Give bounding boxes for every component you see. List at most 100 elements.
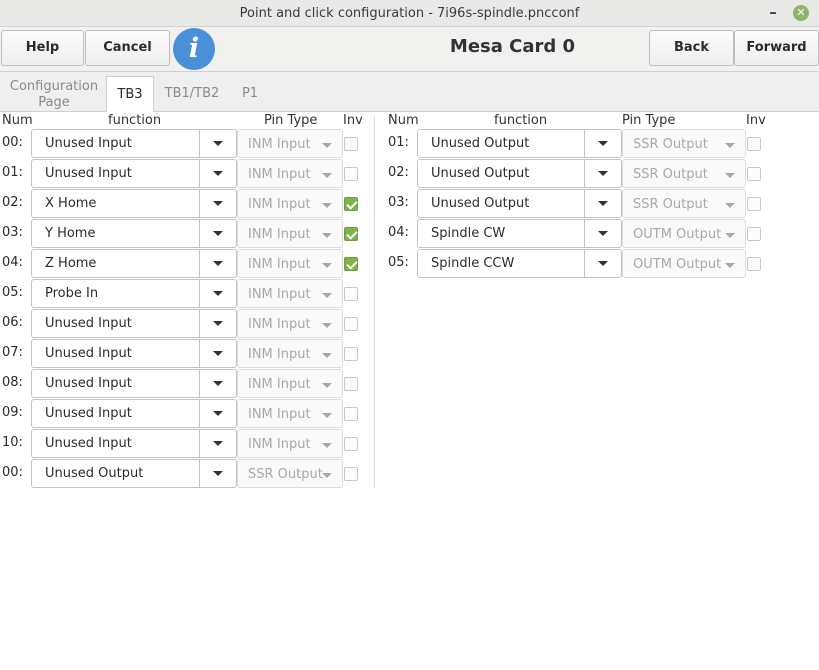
invert-checkbox[interactable] [747,197,761,211]
back-button[interactable]: Back [649,30,734,66]
invert-checkbox[interactable] [344,227,358,241]
pin-type-select[interactable]: INM Input [237,339,343,368]
tab-configuration-page[interactable]: Configuration Page [3,76,105,112]
tab-tb3[interactable]: TB3 [106,76,154,113]
invert-checkbox[interactable] [344,407,358,421]
pin-row: 02: X Home INM Input [2,188,372,218]
function-combo[interactable]: Unused Input [31,369,237,398]
function-combo[interactable]: Unused Input [31,309,237,338]
pin-type-select[interactable]: INM Input [237,429,343,458]
tab-p1[interactable]: P1 [232,76,268,112]
dropdown-button[interactable] [584,220,621,247]
pin-number: 08: [2,375,23,390]
dropdown-button[interactable] [199,370,236,397]
tab-bar: Configuration Page TB3 TB1/TB2 P1 [0,72,819,113]
function-combo[interactable]: Spindle CCW [417,249,622,278]
dropdown-button[interactable] [199,400,236,427]
chevron-down-icon [322,293,332,298]
function-combo[interactable]: Z Home [31,249,237,278]
dropdown-button[interactable] [199,190,236,217]
chevron-down-icon [322,323,332,328]
tab-label: Page [38,95,70,110]
function-combo[interactable]: Unused Input [31,129,237,158]
dropdown-button[interactable] [199,430,236,457]
dropdown-button[interactable] [584,190,621,217]
pin-type-select[interactable]: SSR Output [237,459,343,488]
invert-checkbox[interactable] [747,167,761,181]
invert-checkbox[interactable] [344,197,358,211]
invert-checkbox[interactable] [344,137,358,151]
function-value: Unused Input [45,376,132,391]
toolbar: Help Cancel i Mesa Card 0 Back Forward [0,27,819,72]
function-value: Unused Input [45,346,132,361]
dropdown-button[interactable] [584,250,621,277]
function-combo[interactable]: Unused Input [31,339,237,368]
function-combo[interactable]: Unused Output [417,189,622,218]
pin-type-select[interactable]: INM Input [237,249,343,278]
invert-checkbox[interactable] [344,257,358,271]
invert-checkbox[interactable] [344,347,358,361]
function-combo[interactable]: Unused Input [31,429,237,458]
dropdown-button[interactable] [584,130,621,157]
pin-number: 01: [2,165,23,180]
info-icon[interactable]: i [173,28,215,70]
function-combo[interactable]: Unused Output [417,129,622,158]
pin-type-select[interactable]: SSR Output [622,159,746,188]
header-pin-type: Pin Type [264,113,318,128]
pin-type-select[interactable]: INM Input [237,159,343,188]
invert-checkbox[interactable] [747,257,761,271]
chevron-down-icon [213,471,223,476]
pin-type-select[interactable]: SSR Output [622,129,746,158]
pin-type-select[interactable]: INM Input [237,129,343,158]
function-combo[interactable]: Spindle CW [417,219,622,248]
invert-checkbox[interactable] [747,137,761,151]
invert-checkbox[interactable] [344,437,358,451]
chevron-down-icon [598,171,608,176]
chevron-down-icon [213,291,223,296]
function-combo[interactable]: Y Home [31,219,237,248]
pin-type-select[interactable]: INM Input [237,399,343,428]
invert-checkbox[interactable] [344,287,358,301]
cancel-button[interactable]: Cancel [85,30,170,66]
pin-type-select[interactable]: INM Input [237,309,343,338]
dropdown-button[interactable] [199,310,236,337]
forward-button[interactable]: Forward [734,30,819,66]
function-combo[interactable]: Unused Input [31,159,237,188]
invert-checkbox[interactable] [344,467,358,481]
pin-type-select[interactable]: INM Input [237,219,343,248]
pin-type-select[interactable]: INM Input [237,369,343,398]
function-combo[interactable]: Unused Output [31,459,237,488]
dropdown-button[interactable] [199,280,236,307]
pin-type-select[interactable]: OUTM Output [622,249,746,278]
pin-type-select[interactable]: INM Input [237,279,343,308]
help-button[interactable]: Help [1,30,84,66]
function-combo[interactable]: Probe In [31,279,237,308]
chevron-down-icon [598,261,608,266]
dropdown-button[interactable] [199,220,236,247]
dropdown-button[interactable] [199,250,236,277]
tab-tb1-tb2[interactable]: TB1/TB2 [157,76,227,112]
invert-checkbox[interactable] [344,167,358,181]
dropdown-button[interactable] [199,160,236,187]
dropdown-button[interactable] [199,460,236,487]
minimize-icon[interactable]: – [765,3,781,21]
pin-type-select[interactable]: SSR Output [622,189,746,218]
dropdown-button[interactable] [199,340,236,367]
chevron-down-icon [322,443,332,448]
close-icon[interactable]: ✕ [793,5,809,21]
invert-checkbox[interactable] [747,227,761,241]
function-combo[interactable]: Unused Input [31,399,237,428]
pin-type-select[interactable]: OUTM Output [622,219,746,248]
dropdown-button[interactable] [584,160,621,187]
pin-number: 02: [2,195,23,210]
invert-checkbox[interactable] [344,317,358,331]
function-combo[interactable]: X Home [31,189,237,218]
function-value: Unused Input [45,316,132,331]
pin-type-select[interactable]: INM Input [237,189,343,218]
pin-type-value: SSR Output [633,197,708,212]
function-combo[interactable]: Unused Output [417,159,622,188]
chevron-down-icon [598,141,608,146]
invert-checkbox[interactable] [344,377,358,391]
pin-row: 00: Unused Input INM Input [2,128,372,158]
dropdown-button[interactable] [199,130,236,157]
